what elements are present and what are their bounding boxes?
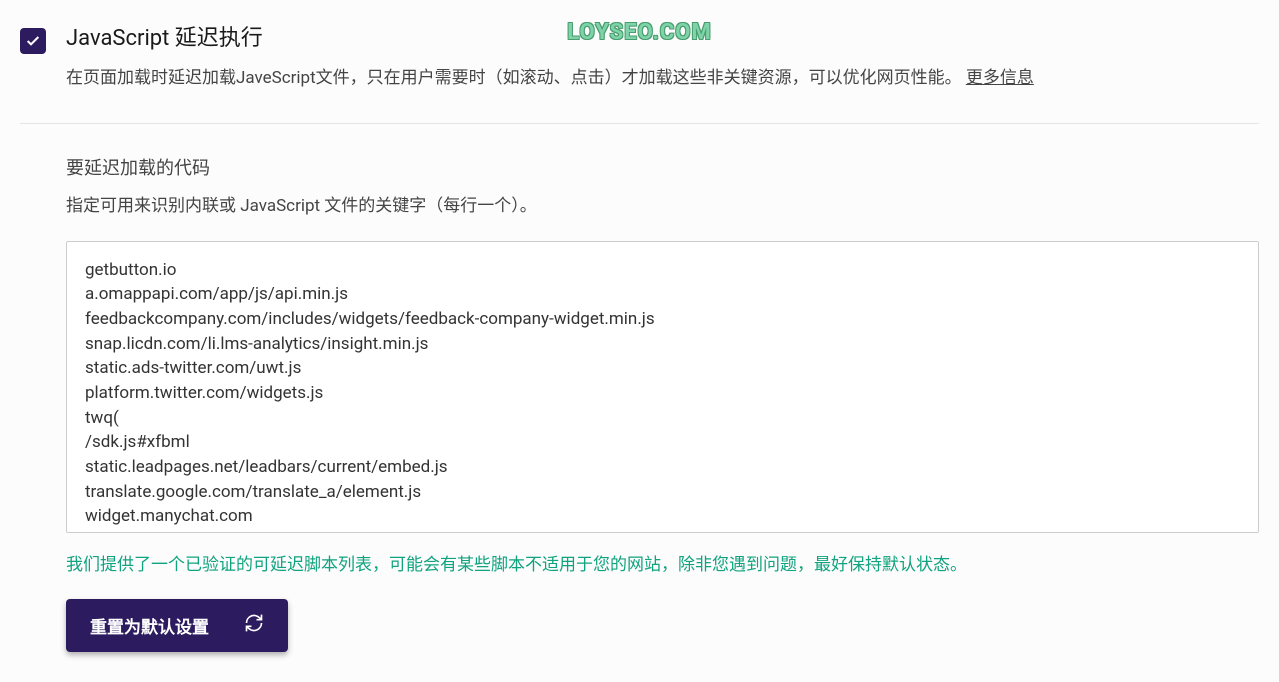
reset-button-label: 重置为默认设置	[90, 613, 209, 638]
body-section: 要延迟加载的代码 指定可用来识别内联或 JavaScript 文件的关键字（每行…	[20, 154, 1259, 652]
header-description: 在页面加载时延迟加载JaveScript文件，只在用户需要时（如滚动、点击）才加…	[66, 64, 1259, 93]
textarea-wrapper	[66, 241, 1259, 537]
delay-scripts-textarea[interactable]	[66, 241, 1259, 533]
refresh-icon	[244, 613, 264, 638]
header-section: JavaScript 延迟执行 在页面加载时延迟加载JaveScript文件，只…	[20, 20, 1259, 124]
settings-container: JavaScript 延迟执行 在页面加载时延迟加载JaveScript文件，只…	[0, 0, 1279, 682]
header-title: JavaScript 延迟执行	[66, 20, 1259, 52]
info-text: 我们提供了一个已验证的可延迟脚本列表，可能会有某些脚本不适用于您的网站，除非您遇…	[66, 552, 1259, 579]
section-description: 指定可用来识别内联或 JavaScript 文件的关键字（每行一个）。	[66, 192, 1259, 221]
reset-default-button[interactable]: 重置为默认设置	[66, 599, 288, 652]
section-title: 要延迟加载的代码	[66, 154, 1259, 180]
checkbox-wrapper	[20, 28, 46, 54]
header-content: JavaScript 延迟执行 在页面加载时延迟加载JaveScript文件，只…	[66, 20, 1259, 93]
checkmark-icon	[25, 33, 41, 49]
description-text: 在页面加载时延迟加载JaveScript文件，只在用户需要时（如滚动、点击）才加…	[66, 68, 962, 88]
delay-js-checkbox[interactable]	[20, 28, 46, 54]
more-info-link[interactable]: 更多信息	[966, 68, 1034, 88]
